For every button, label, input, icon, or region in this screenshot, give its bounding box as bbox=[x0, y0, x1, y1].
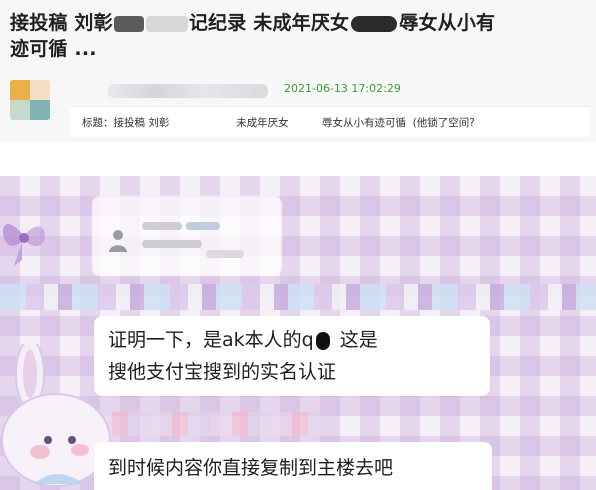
avatar[interactable] bbox=[10, 80, 50, 120]
censor-mark bbox=[145, 15, 188, 32]
decorative-stripe bbox=[90, 412, 320, 436]
post-title-part1: 接投稿 刘彰 bbox=[10, 12, 113, 34]
censor-mark bbox=[315, 331, 330, 350]
post-title-line2: 迹可循 ... bbox=[10, 38, 97, 60]
message-line: 证明一下，是ak本人的q 这是 bbox=[108, 324, 476, 356]
subject-part1: 标题：接投稿 刘彰 bbox=[82, 117, 170, 129]
person-icon bbox=[109, 230, 127, 252]
censor-mark bbox=[113, 15, 144, 32]
bow-icon bbox=[2, 223, 45, 266]
message-line: 搜他支付宝搜到的实名认证 bbox=[108, 361, 337, 383]
censor-mark bbox=[351, 15, 398, 32]
decorative-stripe bbox=[0, 284, 596, 310]
subject-part3: 辱女从小有迹可循 (他锁了空间? bbox=[322, 117, 475, 129]
post-title-part3: 辱女从小有 bbox=[399, 12, 496, 34]
page: 接投稿 刘彰 记纪录 未成年厌女 辱女从小有 迹可循 ... 2021-06-13 … bbox=[0, 0, 596, 490]
message1-text-b: 这是 bbox=[339, 329, 378, 351]
message2-text: 到时候内容你直接复制到主楼去吧 bbox=[108, 457, 394, 479]
chat-message-bubble[interactable]: 证明一下，是ak本人的q 这是 搜他支付宝搜到的实名认证 bbox=[94, 316, 490, 396]
username-blurred bbox=[108, 84, 268, 98]
subject-text: 标题：接投稿 刘彰 未成年厌女 辱女从小有迹可循 (他锁了空间? bbox=[82, 115, 475, 130]
subject-part2: 未成年厌女 bbox=[236, 117, 289, 129]
subject-line: 标题：接投稿 刘彰 未成年厌女 辱女从小有迹可循 (他锁了空间? bbox=[70, 106, 590, 137]
forum-post: 接投稿 刘彰 记纪录 未成年厌女 辱女从小有 迹可循 ... 2021-06-13 … bbox=[0, 0, 596, 142]
chat-screenshot: 证明一下，是ak本人的q 这是 搜他支付宝搜到的实名认证 到时候内容你直接复制到主… bbox=[0, 176, 596, 490]
post-title[interactable]: 接投稿 刘彰 记纪录 未成年厌女 辱女从小有 迹可循 ... bbox=[10, 10, 586, 62]
post-timestamp: 2021-06-13 17:02:29 bbox=[284, 82, 401, 95]
post-title-part2: 记纪录 未成年厌女 bbox=[188, 12, 350, 34]
chat-message-bubble[interactable]: 到时候内容你直接复制到主楼去吧 bbox=[94, 442, 492, 490]
message1-text-a: 证明一下，是ak本人的q bbox=[108, 329, 314, 351]
